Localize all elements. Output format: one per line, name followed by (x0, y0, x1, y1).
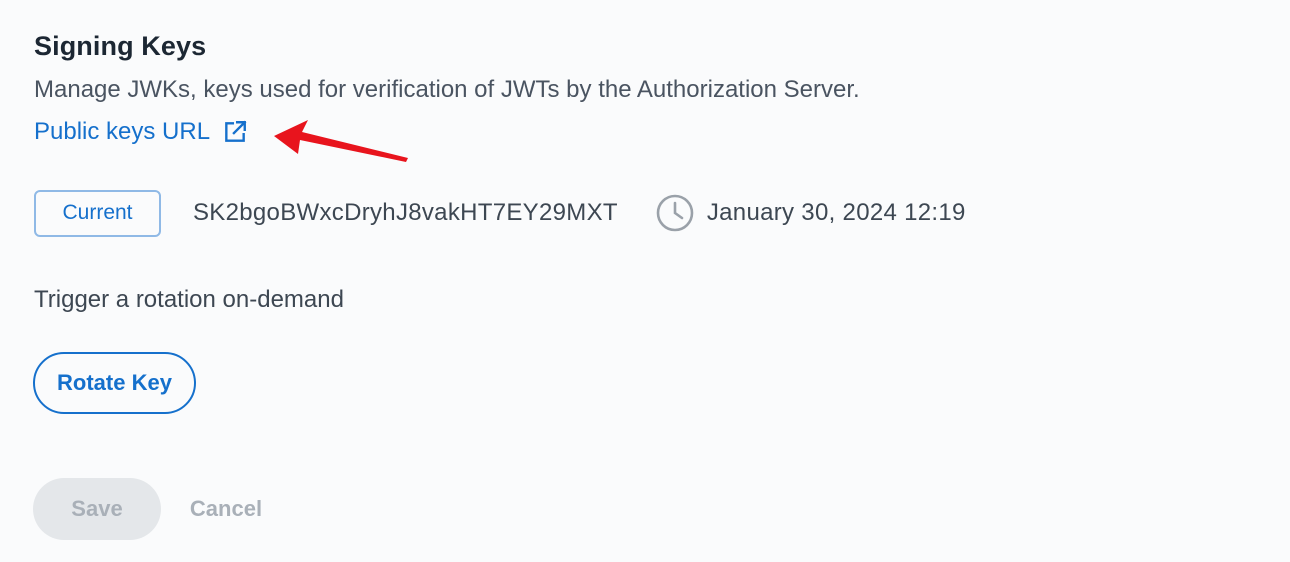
section-description: Manage JWKs, keys used for verification … (34, 76, 860, 103)
save-button[interactable]: Save (33, 478, 161, 540)
public-keys-url-link[interactable]: Public keys URL (34, 116, 248, 148)
external-link-icon (222, 119, 248, 145)
annotation-arrow-shape (274, 120, 408, 162)
rotate-key-button[interactable]: Rotate Key (33, 352, 196, 414)
clock-icon (655, 193, 695, 233)
key-created-date: January 30, 2024 12:19 (706, 199, 966, 226)
section-title: Signing Keys (34, 31, 207, 61)
current-key-row: Current SK2bgoBWxcDryhJ8vakHT7EY29MXT Ja… (34, 189, 966, 237)
annotation-arrow (274, 120, 408, 162)
public-keys-url-label: Public keys URL (34, 118, 211, 145)
cancel-button[interactable]: Cancel (180, 478, 272, 540)
key-id: SK2bgoBWxcDryhJ8vakHT7EY29MXT (193, 199, 618, 226)
current-key-badge: Current (34, 189, 161, 237)
rotation-label: Trigger a rotation on-demand (34, 286, 344, 313)
